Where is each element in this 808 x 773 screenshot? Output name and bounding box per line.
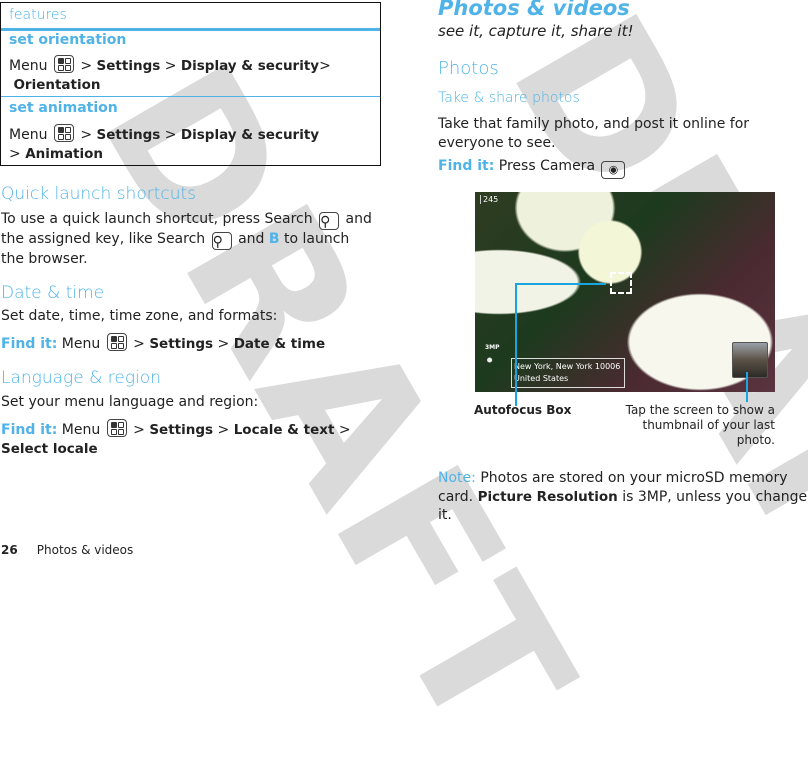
divider: [1, 28, 380, 31]
item-heading: set orientation: [9, 32, 127, 48]
features-box: features set orientation Menu > Settings…: [0, 2, 381, 166]
item-path: Menu > Settings > Display & security > An…: [9, 124, 339, 163]
caption-autofocus: Autofocus Box: [474, 403, 572, 417]
find-it: Find it: Menu > Settings > Date & time: [1, 333, 325, 352]
section-heading: Photos: [438, 58, 499, 79]
caption-thumbnail: Tap the screen to show a thumbnail of yo…: [625, 403, 775, 447]
quick-launch-text: To use a quick launch shortcut, press Se…: [1, 211, 372, 267]
note: Note: Photos are stored on your microSD …: [438, 470, 808, 523]
date-time-text: Set date, time, time zone, and formats:: [1, 308, 278, 324]
section-heading: Date & time: [1, 283, 105, 303]
page-subtitle: see it, capture it, share it!: [438, 22, 634, 40]
item-path: Menu > Settings > Display & security> Or…: [9, 55, 339, 94]
callout-lines: [515, 283, 748, 406]
language-text: Set your menu language and region:: [1, 394, 259, 410]
section-heading: Quick launch shortcuts: [1, 184, 197, 204]
section-heading: Language & region: [1, 368, 161, 388]
divider: [1, 96, 380, 97]
subsection-heading: Take & share photos: [438, 90, 580, 106]
footer: 26 Photos & videos: [1, 543, 133, 557]
find-it: Find it: Press Camera ◉: [438, 158, 627, 179]
menu-key-icon: [53, 124, 74, 142]
photo-counter: 245: [480, 195, 498, 204]
menu-key-icon: [53, 55, 74, 73]
page-number: 26: [1, 543, 18, 557]
body-text: Take that family photo, and post it onli…: [438, 116, 750, 151]
search-key-icon: ⚲: [211, 232, 232, 250]
page-title: Photos & videos: [438, 0, 630, 20]
features-title: features: [9, 7, 67, 23]
menu-key-icon: [106, 419, 127, 437]
item-heading: set animation: [9, 100, 118, 116]
search-key-icon: ⚲: [319, 212, 340, 230]
camera-key-icon: ◉: [601, 161, 626, 179]
menu-key-icon: [106, 333, 127, 351]
footer-section: Photos & videos: [36, 543, 134, 557]
find-it: Find it: Menu > Settings > Locale & text…: [1, 419, 381, 458]
